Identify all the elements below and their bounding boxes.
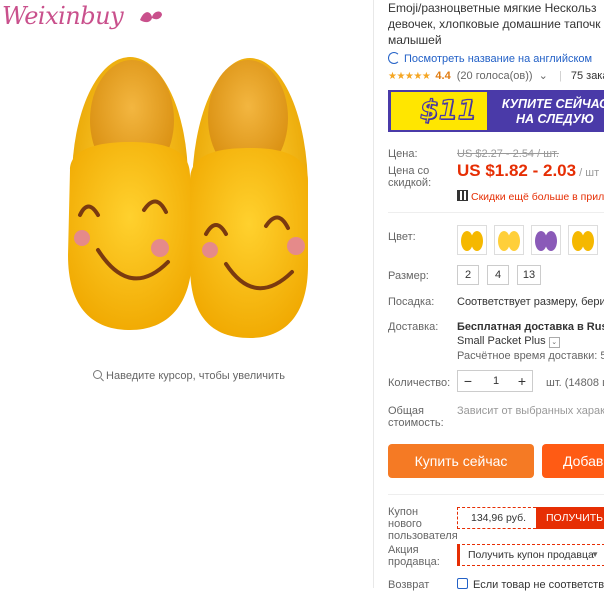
magnifier-icon [93, 370, 103, 379]
rating-separator: | [558, 70, 562, 82]
chevron-down-icon: ⌄ [548, 337, 560, 348]
color-swatch-yellow-1[interactable] [457, 225, 487, 255]
quantity-label: Количество: [388, 377, 451, 389]
coupon-amount: 134,96 руб. [471, 512, 527, 524]
get-coupon-button[interactable]: ПОЛУЧИТЬ [536, 507, 604, 529]
promo-banner-price: $11 [419, 94, 477, 126]
translate-link[interactable]: Посмотреть название на английском [388, 52, 592, 65]
color-label: Цвет: [388, 231, 416, 243]
butterfly-logo-icon [140, 11, 162, 23]
stock-count: шт. (14808 шт [546, 377, 604, 389]
quantity-decrease-button[interactable]: − [458, 371, 478, 391]
app-discount-link[interactable]: Скидки ещё больше в прилож [457, 190, 604, 203]
orders-count: 75 заказ [570, 70, 604, 82]
zoom-hint: Наведите курсор, чтобы увеличить [0, 370, 378, 382]
delivery-time: Расчётное время доставки: 52 [457, 350, 604, 362]
new-user-coupon-label: Купон нового пользователя [388, 506, 458, 542]
delivery-method-select[interactable]: Small Packet Plus ⌄ [457, 335, 560, 348]
right-slipper [190, 58, 308, 338]
promo-banner-text: КУПИТЕ СЕЙЧАС НА СЛЕДУЮ [501, 97, 604, 126]
product-info: Emoji/разноцветные мягкие Нескольз девоч… [388, 0, 604, 591]
brand-watermark: Weixinbuy [2, 2, 124, 30]
color-swatch-purple[interactable] [531, 225, 561, 255]
product-title: Emoji/разноцветные мягкие Нескольз девоч… [388, 1, 601, 47]
total-value: Зависит от выбранных характе [457, 405, 604, 417]
buy-now-button[interactable]: Купить сейчас [388, 444, 534, 478]
rating-row: ★★★★★ 4.4 (20 голоса(ов)) ⌄ | 75 заказ [388, 69, 604, 82]
price-divider [388, 212, 604, 213]
fit-label: Посадка: [388, 296, 435, 308]
seller-promo-label: Акция продавца: [388, 544, 440, 568]
old-price: US $2.27 - 2.54 / шт. [457, 148, 559, 160]
color-swatch-yellow-3[interactable] [568, 225, 598, 255]
promo-banner[interactable]: $11 КУПИТЕ СЕЙЧАС НА СЛЕДУЮ [388, 90, 604, 132]
votes-link[interactable]: (20 голоса(ов)) [457, 70, 533, 82]
fit-value: Соответствует размеру, берите с [457, 296, 604, 308]
discount-price-label: Цена со скидкой: [388, 165, 432, 189]
size-option-2[interactable]: 2 [457, 265, 479, 285]
translate-icon [388, 52, 400, 64]
product-image [68, 57, 308, 338]
price-label: Цена: [388, 148, 418, 160]
seller-coupon-select[interactable]: Получить купон продавца ▼ [457, 544, 604, 566]
left-slipper [68, 57, 192, 330]
total-label: Общая стоимость: [388, 405, 444, 429]
qr-code-icon [457, 190, 468, 201]
chevron-down-icon[interactable]: ⌄ [539, 70, 548, 82]
delivery-value: Бесплатная доставка в Russian [457, 321, 604, 333]
delivery-label: Доставка: [388, 321, 439, 333]
divider [373, 0, 374, 588]
size-option-13[interactable]: 13 [517, 265, 541, 285]
new-user-coupon: 134,96 руб. ПОЛУЧИТЬ [457, 507, 604, 529]
new-price: US $1.82 - 2.03 / шт [457, 161, 600, 180]
quantity-increase-button[interactable]: + [512, 371, 532, 391]
return-icon [457, 578, 468, 589]
quantity-stepper: − 1 + [457, 370, 533, 392]
return-label: Возврат [388, 579, 430, 591]
coupon-divider [388, 494, 604, 495]
size-option-4[interactable]: 4 [487, 265, 509, 285]
return-policy: Если товар не соответствует [457, 578, 604, 591]
quantity-input[interactable]: 1 [478, 371, 514, 391]
add-to-cart-button[interactable]: Добав [542, 444, 604, 478]
color-swatch-yellow-2[interactable] [494, 225, 524, 255]
size-label: Размер: [388, 270, 429, 282]
rating-stars-icon: ★★★★★ [388, 71, 431, 82]
image-gallery: Weixinbuy Наведите курсор, чтобы увеличи… [0, 0, 378, 588]
rating-value: 4.4 [435, 70, 451, 82]
caret-down-icon: ▼ [591, 550, 599, 559]
